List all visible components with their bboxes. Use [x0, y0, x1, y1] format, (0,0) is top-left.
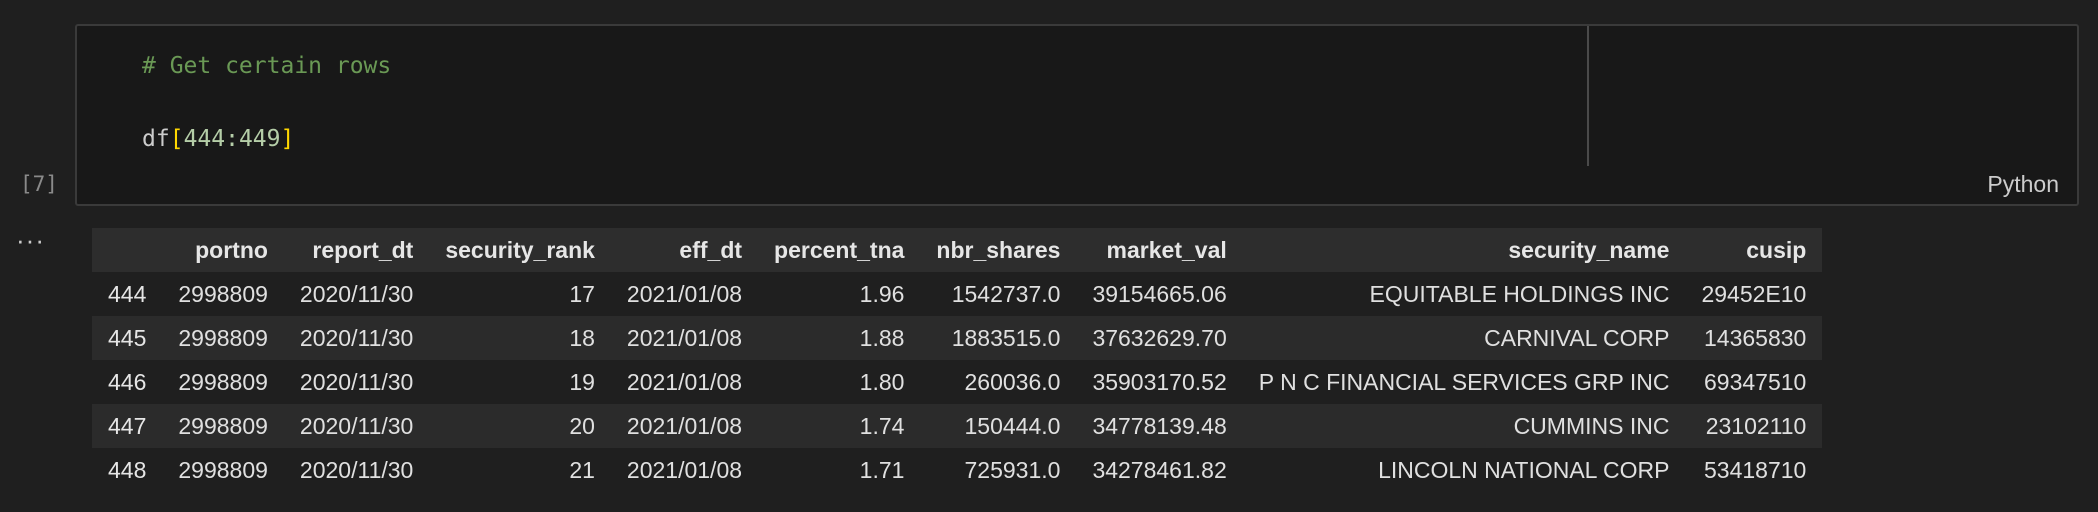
table-row: 445 2998809 2020/11/30 18 2021/01/08 1.8…: [92, 316, 1823, 360]
code-bracket-open: [: [169, 126, 184, 152]
table-header-nbr-shares: nbr_shares: [936, 236, 1061, 263]
cell-nbr-shares: 1542737.0: [951, 280, 1061, 307]
table-header-market-val: market_val: [1106, 236, 1227, 263]
table-row: 444 2998809 2020/11/30 17 2021/01/08 1.9…: [92, 272, 1823, 316]
cell-security-name: EQUITABLE HOLDINGS INC: [1369, 280, 1670, 307]
cell-eff-dt: 2021/01/08: [626, 324, 743, 351]
cell-percent-tna: 1.80: [859, 368, 905, 395]
cell-report-dt: 2020/11/30: [299, 412, 414, 439]
code-statement: df[444:449]: [142, 126, 294, 152]
table-header-report-dt: report_dt: [312, 236, 414, 263]
code-cell[interactable]: # Get certain rows df[444:449] Python: [75, 24, 2079, 206]
language-label[interactable]: Python: [1987, 171, 2059, 198]
cell-security-rank: 20: [569, 412, 595, 439]
cell-security-rank: 19: [569, 368, 595, 395]
cell-percent-tna: 1.71: [859, 456, 905, 483]
cell-security-rank: 18: [569, 324, 595, 351]
cell-portno: 2998809: [178, 324, 268, 351]
cell-percent-tna: 1.96: [859, 280, 905, 307]
row-index: 446: [108, 368, 147, 395]
code-variable: df: [142, 126, 170, 152]
code-bracket-close: ]: [280, 126, 295, 152]
row-index: 445: [108, 324, 147, 351]
code-slice: 444:449: [183, 126, 281, 152]
cell-security-rank: 21: [569, 456, 595, 483]
cell-cusip: 14365830: [1704, 324, 1807, 351]
table-header-row: portno report_dt security_rank eff_dt pe…: [92, 228, 1823, 272]
cell-portno: 2998809: [178, 368, 268, 395]
cell-portno: 2998809: [178, 456, 268, 483]
cell-security-name: CUMMINS INC: [1513, 412, 1670, 439]
cell-cusip: 29452E10: [1701, 280, 1807, 307]
cell-market-val: 34778139.48: [1092, 412, 1227, 439]
table-row: 447 2998809 2020/11/30 20 2021/01/08 1.7…: [92, 404, 1823, 448]
cell-eff-dt: 2021/01/08: [626, 280, 743, 307]
cell-cusip: 53418710: [1704, 456, 1807, 483]
code-editor[interactable]: # Get certain rows df[444:449]: [77, 26, 1590, 204]
table-row: 446 2998809 2020/11/30 19 2021/01/08 1.8…: [92, 360, 1823, 404]
table-row: 448 2998809 2020/11/30 21 2021/01/08 1.7…: [92, 448, 1823, 492]
cell-report-dt: 2020/11/30: [299, 456, 414, 483]
cell-security-rank: 17: [569, 280, 595, 307]
cell-cusip: 23102110: [1705, 412, 1807, 439]
row-index: 447: [108, 412, 147, 439]
table-header-security-name: security_name: [1508, 236, 1670, 263]
cell-report-dt: 2020/11/30: [299, 280, 414, 307]
cell-market-val: 34278461.82: [1092, 456, 1227, 483]
cell-market-val: 37632629.70: [1092, 324, 1227, 351]
cell-nbr-shares: 725931.0: [964, 456, 1061, 483]
output-more-actions-icon[interactable]: ···: [16, 225, 45, 256]
table-header-portno: portno: [195, 236, 268, 263]
row-index: 444: [108, 280, 147, 307]
code-comment: # Get certain rows: [142, 53, 392, 79]
cell-cusip: 69347510: [1704, 368, 1807, 395]
cell-security-name: P N C FINANCIAL SERVICES GRP INC: [1258, 368, 1670, 395]
cell-percent-tna: 1.74: [859, 412, 905, 439]
table-header-index: [92, 228, 162, 272]
table-header-percent-tna: percent_tna: [774, 236, 905, 263]
cell-market-val: 39154665.06: [1092, 280, 1227, 307]
cell-market-val: 35903170.52: [1092, 368, 1227, 395]
execution-count: [7]: [20, 172, 58, 196]
editor-ruler: [1587, 26, 1589, 166]
cell-nbr-shares: 150444.0: [964, 412, 1061, 439]
cell-nbr-shares: 1883515.0: [951, 324, 1061, 351]
cell-eff-dt: 2021/01/08: [626, 368, 743, 395]
table-header-cusip: cusip: [1746, 236, 1807, 263]
cell-eff-dt: 2021/01/08: [626, 412, 743, 439]
dataframe-output-table: portno report_dt security_rank eff_dt pe…: [92, 228, 1823, 492]
row-index: 448: [108, 456, 147, 483]
table-header-security-rank: security_rank: [445, 236, 595, 263]
cell-portno: 2998809: [178, 412, 268, 439]
table-header-eff-dt: eff_dt: [679, 236, 743, 263]
cell-eff-dt: 2021/01/08: [626, 456, 743, 483]
cell-nbr-shares: 260036.0: [964, 368, 1061, 395]
cell-security-name: CARNIVAL CORP: [1484, 324, 1670, 351]
cell-security-name: LINCOLN NATIONAL CORP: [1378, 456, 1670, 483]
cell-percent-tna: 1.88: [859, 324, 905, 351]
cell-portno: 2998809: [178, 280, 268, 307]
cell-report-dt: 2020/11/30: [299, 368, 414, 395]
cell-report-dt: 2020/11/30: [299, 324, 414, 351]
